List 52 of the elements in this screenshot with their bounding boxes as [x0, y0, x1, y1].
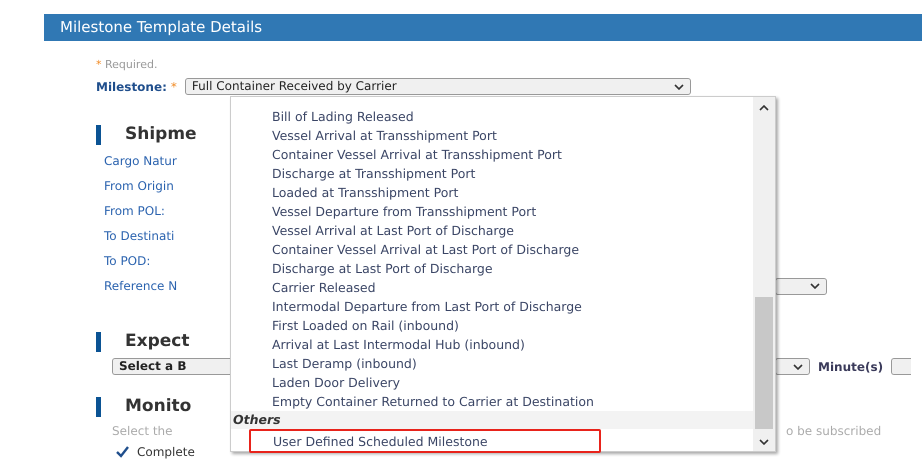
checkbox[interactable] — [116, 445, 129, 458]
unit-label: Minute(s) — [818, 358, 884, 376]
dropdown-option[interactable]: Discharge at Last Port of Discharge — [231, 259, 753, 278]
dropdown-select[interactable] — [891, 358, 912, 375]
dropdown-option[interactable]: Loaded at Transshipment Port — [231, 183, 753, 202]
dropdown-option[interactable]: Discharge at Transshipment Port — [231, 164, 753, 183]
dropdown-select[interactable] — [775, 358, 810, 375]
dropdown-select[interactable] — [775, 278, 827, 294]
chevron-down-icon — [810, 283, 820, 289]
dropdown-option[interactable]: Arrival at Last Intermodal Hub (inbound) — [231, 335, 753, 354]
section-marker — [96, 124, 101, 144]
hint-text: o be subscribed — [786, 422, 882, 440]
dropdown-option[interactable]: Carrier Released — [231, 278, 753, 297]
section-marker — [96, 332, 101, 352]
scrollbar-thumb[interactable] — [755, 297, 773, 429]
dropdown-option[interactable]: Bill of Lading Released — [231, 107, 753, 126]
dropdown-option[interactable]: Intermodal Departure from Last Port of Discharge — [231, 297, 753, 316]
checkbox-label: Complete — [137, 444, 195, 460]
section-title: Monito — [125, 394, 192, 418]
milestone-select[interactable]: Full Container Received by Carrier — [184, 78, 691, 95]
dropdown-option[interactable]: Vessel Arrival at Last Port of Discharge — [231, 221, 753, 240]
dropdown-option[interactable]: First Loaded on Rail (inbound) — [231, 316, 753, 335]
field-label: To Destinati — [103, 228, 176, 244]
dropdown-option[interactable]: Vessel Arrival at Transshipment Port — [231, 126, 753, 145]
field-label: To POD: — [103, 252, 152, 270]
required-marker: * — [96, 58, 102, 71]
section-marker — [96, 396, 101, 416]
dropdown-option[interactable]: Container Vessel Arrival at Last Port of Discharge — [231, 240, 753, 259]
milestone-label: Milestone: — [96, 78, 167, 96]
dropdown-option[interactable]: Laden Door Delivery — [231, 373, 753, 392]
field-label: From Origin — [103, 178, 175, 194]
section-title: Expect — [125, 330, 190, 353]
dropdown-option[interactable]: Last Deramp (inbound) — [231, 354, 753, 373]
chevron-down-icon — [759, 439, 769, 445]
field-label: Cargo Natur — [103, 152, 178, 170]
scrollbar[interactable] — [753, 97, 775, 451]
page-header: Milestone Template Details — [44, 14, 922, 41]
required-marker: * — [170, 78, 177, 96]
option-group-label: Others — [231, 411, 753, 429]
chevron-down-icon — [793, 364, 803, 370]
hint-text: Select the — [112, 422, 174, 440]
dropdown-option[interactable]: User Defined Scheduled Milestone — [249, 429, 601, 453]
dropdown-option[interactable]: Container Vessel Arrival at Transshipment Port — [231, 145, 753, 164]
chevron-up-icon — [759, 105, 769, 111]
field-label: Reference N — [103, 278, 178, 294]
field-label: From POL: — [103, 202, 166, 220]
required-note: Required. — [105, 58, 158, 71]
select-field[interactable]: Select a B — [112, 358, 232, 375]
section-title: Shipme — [125, 122, 197, 146]
dropdown-option[interactable]: Vessel Departure from Transshipment Port — [231, 202, 753, 221]
chevron-down-icon — [674, 84, 684, 90]
dropdown-option[interactable]: Empty Container Returned to Carrier at Destination — [231, 392, 753, 411]
